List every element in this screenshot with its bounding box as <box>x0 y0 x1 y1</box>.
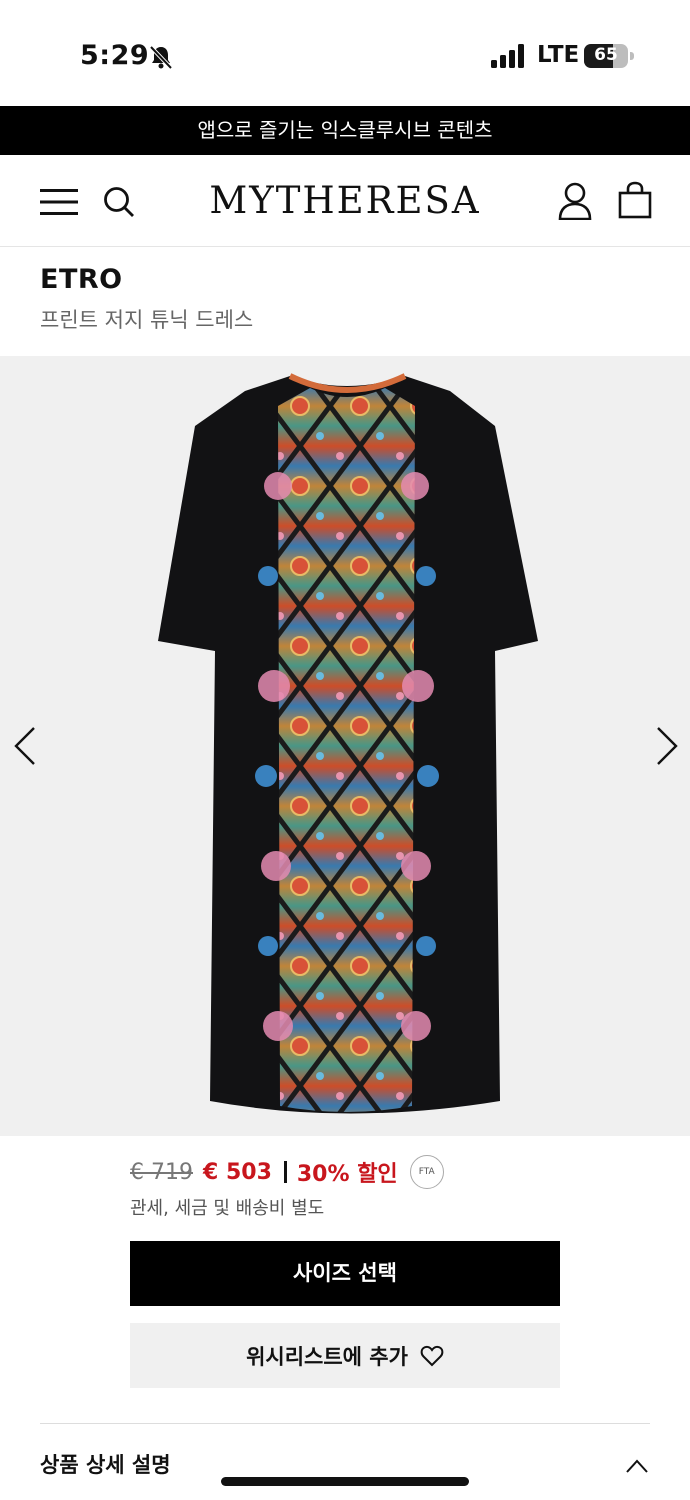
shopping-bag-icon[interactable] <box>618 181 652 219</box>
product-name: 프린트 저지 튜닉 드레스 <box>40 308 254 332</box>
original-price: € 719 <box>130 1159 193 1185</box>
battery-icon: 65 <box>584 44 634 68</box>
chevron-up-icon[interactable] <box>626 1459 648 1473</box>
signal-icon <box>491 44 524 68</box>
home-indicator[interactable] <box>221 1477 469 1486</box>
fta-badge[interactable]: FTA <box>409 1155 444 1189</box>
section-divider <box>40 1423 650 1424</box>
network-type: LTE <box>537 42 580 68</box>
product-brand[interactable]: ETRO <box>40 264 123 295</box>
product-image-dress[interactable] <box>150 366 545 1126</box>
price-divider <box>283 1161 287 1183</box>
select-size-button[interactable]: 사이즈 선택 <box>130 1241 560 1306</box>
status-bar: 5:29 LTE 65 <box>0 0 690 106</box>
tax-note: 관세, 세금 및 배송비 별도 <box>130 1198 325 1219</box>
muted-bell-icon <box>149 45 173 70</box>
battery-level: 65 <box>594 45 618 65</box>
sale-price: € 503 <box>202 1159 272 1185</box>
app-promo-banner[interactable]: 앱으로 즐기는 익스클루시브 콘텐츠 <box>0 106 690 155</box>
product-details-heading[interactable]: 상품 상세 설명 <box>40 1449 171 1479</box>
heart-icon <box>420 1345 444 1366</box>
chevron-right-icon[interactable] <box>652 726 680 766</box>
discount-label: 30% 할인 <box>296 1162 398 1187</box>
status-time: 5:29 <box>80 40 150 71</box>
add-to-wishlist-button[interactable]: 위시리스트에 추가 <box>130 1323 560 1388</box>
wishlist-label: 위시리스트에 추가 <box>246 1344 408 1369</box>
product-image-gallery[interactable] <box>0 356 690 1136</box>
site-header: MYTHERESA <box>0 155 690 247</box>
chevron-left-icon[interactable] <box>12 726 40 766</box>
account-icon[interactable] <box>558 182 592 220</box>
price-row: € 719 € 503 30% 할인 FTA <box>130 1155 444 1189</box>
